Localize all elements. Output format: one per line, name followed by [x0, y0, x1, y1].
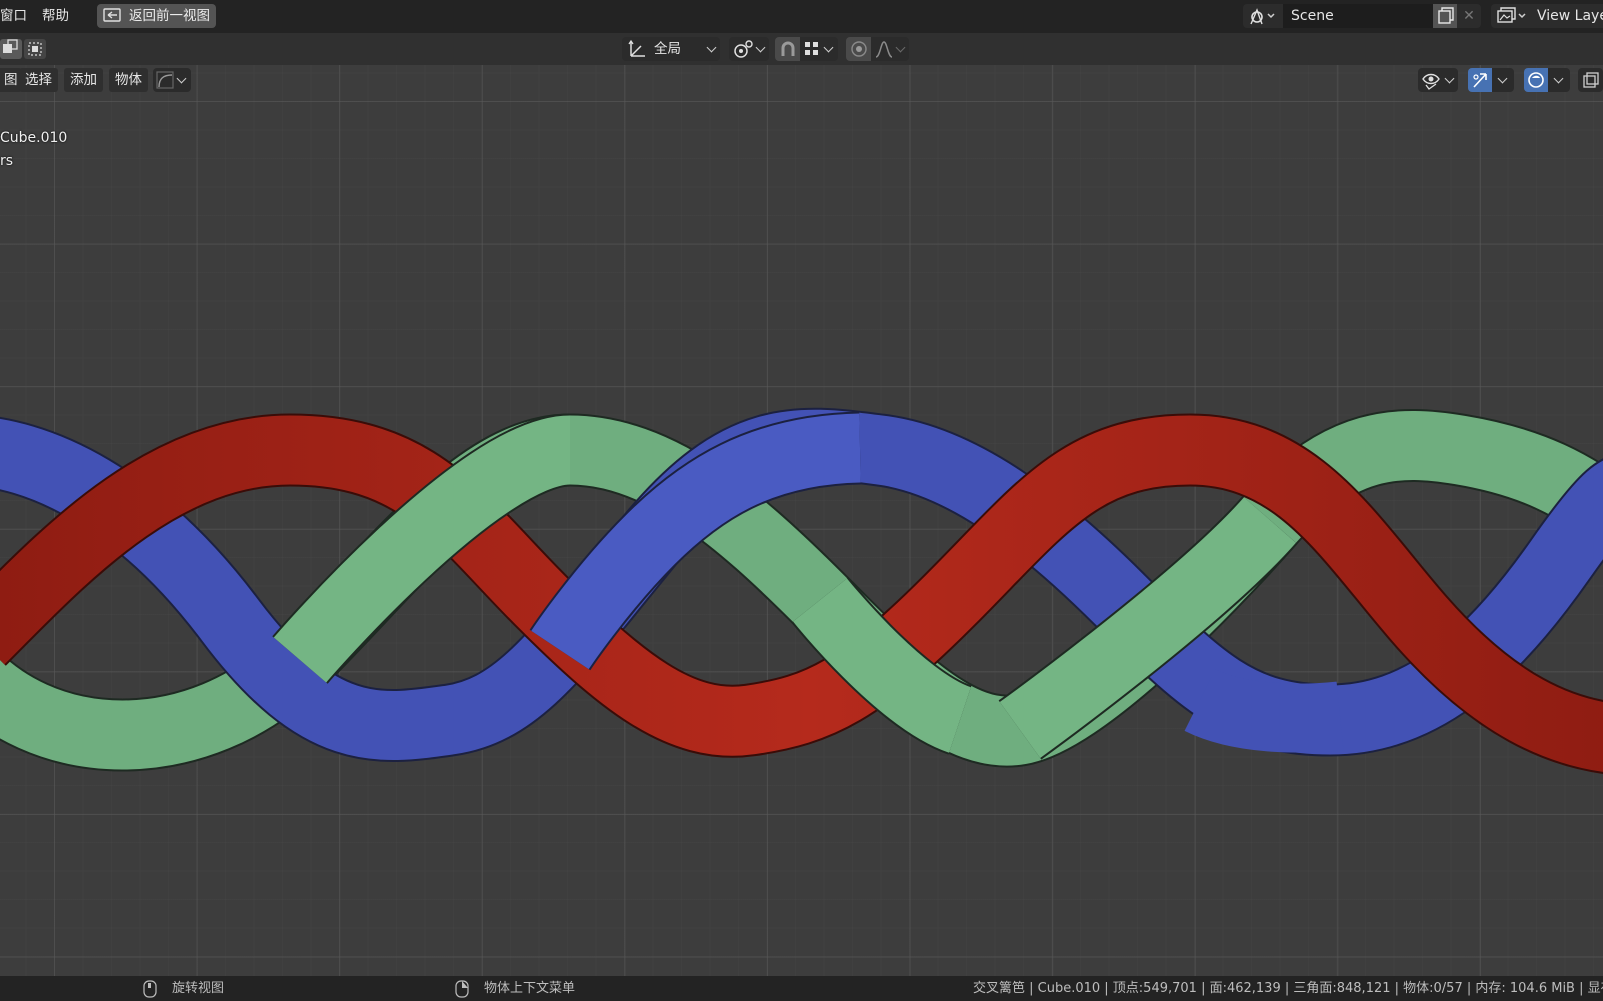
mode-icon[interactable] — [0, 38, 46, 60]
xray-icon — [1583, 72, 1599, 88]
top-bar: 窗口 帮助 返回前一视图 Scene ✕ View Lay — [0, 0, 1603, 33]
scene-name: Scene — [1291, 8, 1334, 24]
mouse-left-icon — [143, 980, 157, 998]
close-icon: ✕ — [1463, 8, 1475, 24]
status-hint-rotate: 旋转视图 — [172, 981, 225, 996]
status-stats: 交叉篱笆 | Cube.010 | 顶点:549,701 | 面:462,139… — [973, 981, 1603, 996]
menu-help[interactable]: 帮助 — [42, 0, 69, 32]
snap-icon — [781, 41, 795, 56]
viewport-object-name: Cube.010 — [0, 130, 68, 146]
menu-window[interactable]: 窗口 — [0, 0, 27, 32]
falloff-icon — [875, 41, 893, 58]
menu-add[interactable]: 添加 — [64, 68, 103, 92]
tool-header: 全局 — [0, 33, 1603, 65]
overlay-toggle[interactable] — [1524, 68, 1548, 92]
status-hint-context-menu: 物体上下文菜单 — [484, 981, 576, 996]
new-scene-button[interactable] — [1433, 4, 1457, 28]
menu-object[interactable]: 物体 — [109, 68, 148, 92]
menu-select[interactable]: 选择 — [19, 68, 58, 92]
overlay-dropdown[interactable] — [1548, 68, 1570, 92]
falloff-dropdown[interactable] — [871, 37, 909, 61]
status-bar: 旋转视图 物体上下文菜单 交叉篱笆 | Cube.010 | 顶点:549,70… — [0, 976, 1603, 1001]
scene-selector[interactable] — [1243, 4, 1283, 28]
3d-viewport[interactable]: 图 选择 添加 物体 Cube.010 rs — [0, 65, 1603, 976]
view-layer-name: View Layer — [1537, 8, 1603, 24]
close-scene-button[interactable]: ✕ — [1457, 4, 1481, 28]
pivot-point-dropdown[interactable] — [729, 37, 769, 61]
screen-icon — [103, 8, 121, 22]
gizmo-icon — [1473, 73, 1487, 88]
new-scene-icon — [1438, 7, 1454, 24]
proportional-edit-toggle[interactable] — [846, 37, 871, 61]
gizmo-dropdown[interactable] — [1492, 68, 1514, 92]
curve-icon — [156, 71, 174, 89]
pivot-icon — [734, 40, 753, 58]
snap-grid-icon — [805, 42, 818, 55]
visibility-icon — [1422, 73, 1440, 90]
visibility-dropdown[interactable] — [1418, 68, 1458, 92]
xray-toggle[interactable] — [1578, 68, 1603, 92]
back-to-previous-button[interactable]: 返回前一视图 — [97, 4, 216, 28]
snap-target-dropdown[interactable] — [800, 37, 838, 61]
view-layer-icon — [1497, 7, 1526, 23]
object-mode-dropdown[interactable] — [153, 68, 191, 92]
transform-orientation-icon — [628, 39, 645, 57]
braid-mesh — [0, 407, 1603, 774]
back-button-label: 返回前一视图 — [129, 8, 210, 24]
gizmo-toggle[interactable] — [1468, 68, 1492, 92]
mouse-right-icon — [455, 980, 469, 998]
snap-toggle[interactable] — [775, 37, 800, 61]
view-layer-field[interactable]: View Layer — [1531, 4, 1603, 28]
scene-icon — [1250, 8, 1275, 25]
transform-orientation-dropdown[interactable]: 全局 — [622, 37, 720, 61]
scene-name-field[interactable]: Scene — [1283, 4, 1433, 28]
proportional-edit-icon — [851, 41, 867, 57]
view-layer-selector[interactable] — [1491, 4, 1531, 28]
orientation-label: 全局 — [654, 41, 681, 57]
viewport-info-line2: rs — [0, 153, 14, 169]
overlay-icon — [1528, 72, 1544, 88]
